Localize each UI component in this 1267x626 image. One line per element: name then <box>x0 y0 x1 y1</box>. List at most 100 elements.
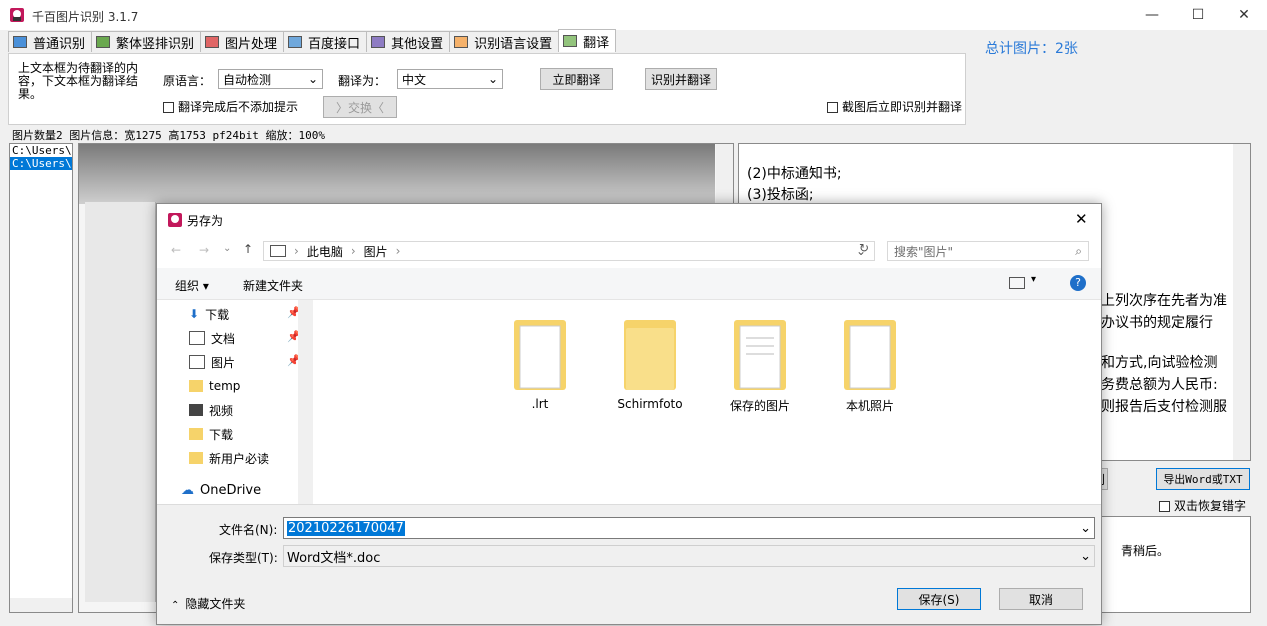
dblclick-restore-checkbox[interactable]: 双击恢复错字 <box>1159 497 1246 514</box>
document-icon <box>189 331 205 345</box>
folder-saved-pictures[interactable]: 保存的图片 <box>715 314 805 414</box>
filetype-label: 保存类型(T): <box>209 551 278 565</box>
checkbox-icon <box>827 102 838 113</box>
tab-vertical-ocr[interactable]: 繁体竖排识别 <box>91 31 202 52</box>
source-language-select[interactable]: 自动检测 ⌄ <box>218 69 323 89</box>
filetype-select[interactable]: Word文档*.doc ⌄ <box>283 545 1095 567</box>
dialog-toolbar: 组织 ▾ 新建文件夹 ▾ ? <box>157 268 1101 300</box>
folder-schirmfoto[interactable]: Schirmfoto <box>605 314 695 411</box>
search-icon: ⌕ <box>1075 243 1082 258</box>
recent-chevron-icon[interactable]: ⌄ <box>223 243 231 254</box>
video-icon <box>189 404 203 416</box>
translate-now-button[interactable]: 立即翻译 <box>540 68 613 90</box>
target-language-select[interactable]: 中文 ⌄ <box>397 69 503 89</box>
minimize-button[interactable]: — <box>1129 0 1175 30</box>
chevron-down-icon: ⌄ <box>487 72 498 86</box>
folder-icon <box>734 320 786 390</box>
total-images: 总计图片：2张 <box>985 41 1078 57</box>
folder-icon <box>844 320 896 390</box>
folder-icon <box>189 380 203 392</box>
scanned-page-edge <box>85 202 156 602</box>
checkbox-icon <box>1159 501 1170 512</box>
nav-item-pictures[interactable]: 图片 <box>189 351 235 373</box>
file-list-item[interactable]: C:\Users\ <box>10 144 72 157</box>
view-options-icon[interactable] <box>1009 277 1025 289</box>
file-list-item-selected[interactable]: C:\Users\ <box>10 157 72 170</box>
vertical-scrollbar[interactable] <box>1233 144 1250 460</box>
result-text-area[interactable]: 青稍后。 <box>1100 516 1251 613</box>
maximize-button[interactable]: ☐ <box>1175 0 1221 30</box>
new-folder-button[interactable]: 新建文件夹 <box>243 277 303 294</box>
nav-item-documents[interactable]: 文档 <box>189 327 235 349</box>
chevron-down-icon[interactable]: ▾ <box>1031 274 1036 285</box>
file-list[interactable]: C:\Users\ C:\Users\ <box>9 143 73 613</box>
checkbox-icon <box>163 102 174 113</box>
hide-folders-toggle[interactable]: ⌃ 隐藏文件夹 <box>171 595 245 612</box>
filename-input[interactable]: 20210226170047 ⌄ <box>283 517 1095 539</box>
refresh-icon[interactable]: ↻ <box>859 241 869 255</box>
translate-panel <box>8 53 966 125</box>
breadcrumb-this-pc[interactable]: 此电脑 <box>307 243 343 260</box>
translate-help-text: 上文本框为待翻译的内容，下文本框为翻译结果。 <box>18 61 139 101</box>
horizontal-scrollbar[interactable] <box>10 598 72 612</box>
dialog-bottom-area: 文件名(N): 20210226170047 ⌄ 保存类型(T): Word文档*… <box>157 504 1101 624</box>
recognize-translate-button[interactable]: 识别并翻译 <box>645 68 717 90</box>
tab-other-settings[interactable]: 其他设置 <box>366 31 451 52</box>
folder-lrt[interactable]: .lrt <box>495 314 585 411</box>
target-language-label: 翻译为： <box>338 74 387 88</box>
nav-item-temp[interactable]: temp <box>189 375 240 397</box>
tab-normal-ocr[interactable]: 普通识别 <box>8 31 93 52</box>
tab-translate[interactable]: 翻译 <box>558 29 617 52</box>
translate-icon <box>563 35 578 47</box>
folder-icon <box>514 320 566 390</box>
export-word-txt-button[interactable]: 导出Word或TXT <box>1156 468 1250 490</box>
chevron-up-icon: ⌃ <box>171 600 180 611</box>
nav-item-downloads-folder[interactable]: 下载 <box>189 423 233 445</box>
address-bar[interactable]: › 此电脑 › 图片 › ⌄ <box>263 241 875 261</box>
dialog-title-bar: 另存为 ✕ <box>157 204 1101 234</box>
chevron-down-icon[interactable]: ⌄ <box>1080 521 1091 536</box>
screenshot-translate-checkbox[interactable]: 截图后立即识别并翻译 <box>827 98 966 115</box>
pc-icon <box>270 245 286 257</box>
nav-vertical-scrollbar[interactable] <box>298 300 313 504</box>
cloud-icon: ☁ <box>181 482 194 498</box>
search-input[interactable]: 搜索"图片" ⌕ <box>887 241 1089 261</box>
back-arrow-icon[interactable]: ← <box>171 243 181 257</box>
up-arrow-icon[interactable]: ↑ <box>243 242 253 256</box>
organize-menu[interactable]: 组织 ▾ <box>175 277 209 294</box>
settings-icon <box>371 36 386 48</box>
close-button[interactable]: ✕ <box>1221 0 1267 30</box>
folder-icon <box>624 320 676 390</box>
navigation-pane: ⬇ 下载 文档 图片 temp 视频 下载 新用户必读 ☁ OneDrive 📌 📌… <box>157 300 313 504</box>
dialog-close-button[interactable]: ✕ <box>1075 210 1088 228</box>
source-language-label: 原语言： <box>163 74 212 88</box>
cancel-button[interactable]: 取消 <box>999 588 1083 610</box>
save-as-dialog: 另存为 ✕ ← → ⌄ ↑ › 此电脑 › 图片 › ⌄ ↻ 搜索"图片" ⌕ 组… <box>156 203 1102 625</box>
breadcrumb-pictures[interactable]: 图片 <box>364 243 388 260</box>
folder-camera-roll[interactable]: 本机照片 <box>825 314 915 414</box>
save-button[interactable]: 保存(S) <box>897 588 981 610</box>
window-title: 千百图片识别 3.1.7 <box>32 10 139 24</box>
main-title-bar <box>0 0 1267 30</box>
chevron-down-icon: ⌄ <box>1080 548 1091 564</box>
tab-strip: 普通识别 繁体竖排识别 图片处理 百度接口 其他设置 识别语言设置 翻译 <box>8 29 617 53</box>
folder-content: .lrt Schirmfoto 保存的图片 本机照片 <box>315 300 1101 504</box>
nav-item-videos[interactable]: 视频 <box>189 399 233 421</box>
book-icon <box>96 36 111 48</box>
filename-label: 文件名(N): <box>219 523 278 537</box>
forward-arrow-icon[interactable]: → <box>199 243 209 257</box>
scanned-image <box>79 144 715 204</box>
nav-item-new-user[interactable]: 新用户必读 <box>189 447 269 469</box>
tab-image-process[interactable]: 图片处理 <box>200 31 285 52</box>
dialog-title: 另存为 <box>187 214 224 228</box>
help-icon[interactable]: ? <box>1070 275 1086 291</box>
nav-item-onedrive[interactable]: ☁ OneDrive <box>181 479 261 501</box>
dialog-nav-bar: ← → ⌄ ↑ › 此电脑 › 图片 › ⌄ ↻ 搜索"图片" ⌕ <box>157 234 1101 268</box>
tab-language-settings[interactable]: 识别语言设置 <box>449 31 560 52</box>
nav-item-downloads[interactable]: ⬇ 下载 <box>189 303 229 325</box>
swap-button[interactable]: 〉交换〈 <box>323 96 397 118</box>
app-icon <box>10 8 24 22</box>
no-prompt-checkbox[interactable]: 翻译完成后不添加提示 <box>163 98 298 115</box>
tab-baidu-api[interactable]: 百度接口 <box>283 31 368 52</box>
folder-icon <box>189 452 203 464</box>
